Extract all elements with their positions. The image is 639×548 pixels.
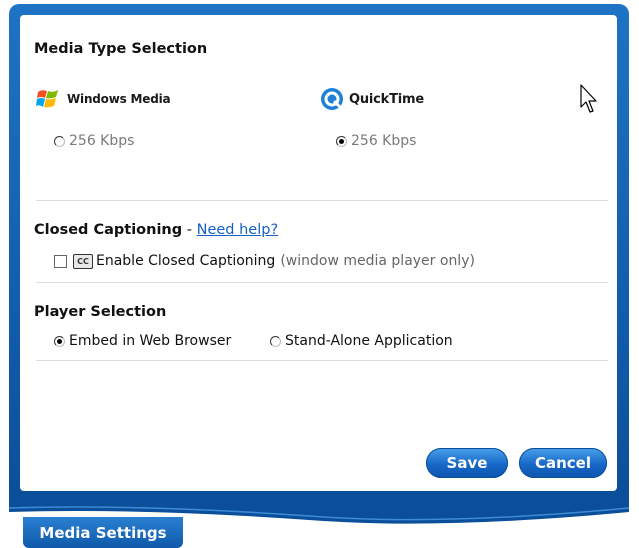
closed-captioning-note: (window media player only)	[280, 253, 475, 269]
player-selection-title: Player Selection	[34, 304, 167, 320]
standalone-label: Stand-Alone Application	[285, 333, 453, 349]
windows-media-label: Windows Media	[67, 92, 171, 106]
quicktime-logo-icon	[321, 88, 343, 110]
divider	[36, 360, 608, 361]
settings-panel: Media Type Selection Windows Media Quick…	[20, 15, 617, 491]
closed-captioning-heading: Closed Captioning - Need help?	[34, 222, 278, 238]
windows-media-radio[interactable]	[54, 135, 65, 147]
windows-media-brand: Windows Media	[36, 88, 171, 110]
divider	[36, 200, 608, 201]
divider	[36, 282, 608, 283]
closed-captioning-option[interactable]: CC Enable Closed Captioning (window medi…	[54, 253, 475, 269]
embed-browser-label: Embed in Web Browser	[69, 333, 232, 349]
closed-captioning-label: Enable Closed Captioning	[96, 253, 276, 269]
standalone-option[interactable]: Stand-Alone Application	[270, 333, 453, 349]
media-type-title: Media Type Selection	[34, 41, 208, 57]
save-button[interactable]: Save	[426, 448, 508, 478]
embed-browser-option[interactable]: Embed in Web Browser	[54, 333, 231, 349]
quicktime-radio[interactable]	[336, 135, 347, 147]
cancel-button[interactable]: Cancel	[519, 448, 607, 478]
mouse-cursor-icon	[580, 84, 597, 113]
standalone-radio[interactable]	[270, 335, 281, 347]
closed-caption-icon: CC	[73, 253, 93, 269]
title-separator: -	[182, 222, 197, 238]
embed-browser-radio[interactable]	[54, 335, 65, 347]
windows-media-bitrate-option[interactable]: 256 Kbps	[54, 133, 134, 149]
windows-media-bitrate: 256 Kbps	[69, 133, 135, 149]
closed-captioning-title: Closed Captioning	[34, 222, 183, 238]
quicktime-bitrate-option[interactable]: 256 Kbps	[336, 133, 416, 149]
quicktime-bitrate: 256 Kbps	[351, 133, 417, 149]
media-settings-tab[interactable]: Media Settings	[23, 517, 183, 548]
windows-media-logo-icon	[36, 90, 58, 108]
quicktime-brand: QuickTime	[320, 87, 424, 111]
need-help-link[interactable]: Need help?	[197, 222, 279, 238]
closed-captioning-checkbox[interactable]	[54, 254, 67, 268]
quicktime-label: QuickTime	[349, 91, 425, 107]
